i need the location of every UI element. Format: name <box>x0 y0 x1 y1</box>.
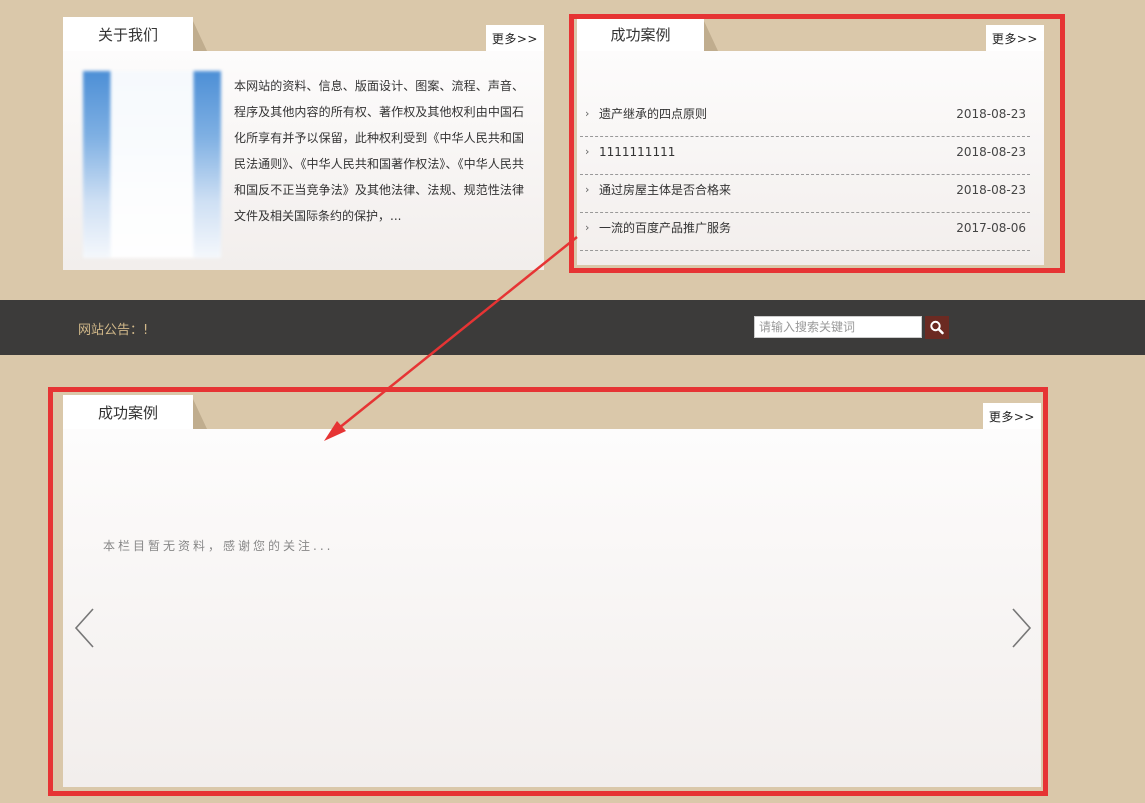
list-item-date: 2017-08-06 <box>956 221 1026 235</box>
list-item[interactable]: › 1111111111 2018-08-23 <box>580 137 1030 175</box>
list-item-date: 2018-08-23 <box>956 183 1026 197</box>
cases-panel-large: 本栏目暂无资料，感谢您的关注... 成功案例 更多>> <box>63 395 1041 787</box>
prev-button[interactable] <box>73 607 97 649</box>
list-item-title[interactable]: 通过房屋主体是否合格来 <box>599 175 731 205</box>
bullet-icon: › <box>585 183 590 196</box>
bullet-icon: › <box>585 221 590 234</box>
tab-cases-large[interactable]: 成功案例 <box>63 395 207 429</box>
cases-large-body: 本栏目暂无资料，感谢您的关注... <box>63 429 1041 787</box>
tab-cases[interactable]: 成功案例 <box>577 17 718 51</box>
about-text: 本网站的资料、信息、版面设计、图案、流程、声音、程序及其他内容的所有权、著作权及… <box>234 79 524 223</box>
list-item-date: 2018-08-23 <box>956 145 1026 159</box>
chevron-left-icon <box>74 608 94 648</box>
blurred-photo <box>83 71 221 258</box>
chevron-right-icon <box>1012 608 1032 648</box>
search-input[interactable] <box>754 316 922 338</box>
magnifier-icon <box>930 320 944 335</box>
cases-more-link[interactable]: 更多>> <box>985 25 1044 51</box>
bullet-icon: › <box>585 145 590 158</box>
about-more-link[interactable]: 更多>> <box>485 25 544 51</box>
search-button[interactable] <box>925 316 949 339</box>
notice-bar: 网站公告：! <box>0 300 1145 355</box>
cases-list: › 遗产继承的四点原则 2018-08-23 › 1111111111 2018… <box>580 99 1030 251</box>
tab-about[interactable]: 关于我们 <box>63 17 207 51</box>
cases-panel-small: › 遗产继承的四点原则 2018-08-23 › 1111111111 2018… <box>577 17 1044 265</box>
list-item[interactable]: › 通过房屋主体是否合格来 2018-08-23 <box>580 175 1030 213</box>
about-panel: 本网站的资料、信息、版面设计、图案、流程、声音、程序及其他内容的所有权、著作权及… <box>63 17 544 270</box>
list-item-title[interactable]: 遗产继承的四点原则 <box>599 99 707 129</box>
list-item-title[interactable]: 一流的百度产品推广服务 <box>599 213 731 243</box>
cases-large-more-link[interactable]: 更多>> <box>982 403 1041 429</box>
site-notice: 网站公告：! <box>78 323 149 338</box>
cases-small-body: › 遗产继承的四点原则 2018-08-23 › 1111111111 2018… <box>577 51 1044 265</box>
list-item[interactable]: › 遗产继承的四点原则 2018-08-23 <box>580 99 1030 137</box>
list-item-title[interactable]: 1111111111 <box>599 137 675 167</box>
bullet-icon: › <box>585 107 590 120</box>
list-item-date: 2018-08-23 <box>956 107 1026 121</box>
list-item[interactable]: › 一流的百度产品推广服务 2017-08-06 <box>580 213 1030 251</box>
about-body: 本网站的资料、信息、版面设计、图案、流程、声音、程序及其他内容的所有权、著作权及… <box>63 51 544 270</box>
next-button[interactable] <box>1009 607 1033 649</box>
empty-message: 本栏目暂无资料，感谢您的关注... <box>103 539 334 553</box>
